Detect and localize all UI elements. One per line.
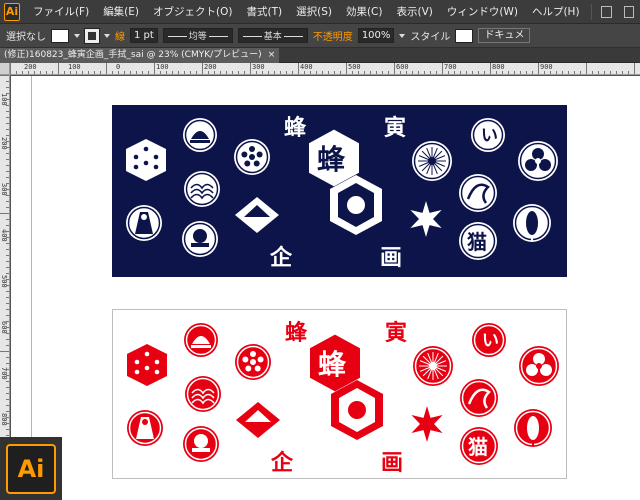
control-bar: 選択なし 線 1 pt 均等 基本 不透明度 100% スタイル ドキュメ	[0, 24, 640, 48]
tiger-emblem-icon	[347, 196, 365, 214]
style-label: スタイル	[410, 32, 451, 43]
arrange-documents-icon[interactable]	[623, 5, 634, 18]
svg-text:猫: 猫	[468, 435, 488, 459]
title-char-bee: 蜂	[284, 115, 307, 141]
artboard-canvas[interactable]: 蜂寅企画蜂い猫 蜂寅企画蜂い猫	[11, 76, 640, 500]
ruler-label: 300	[252, 63, 265, 71]
center-char: 蜂	[318, 348, 347, 381]
title-char-tiger: 寅	[385, 320, 407, 346]
selection-status: 選択なし	[6, 32, 46, 43]
profile-label: 均等	[186, 29, 209, 42]
menu-object[interactable]: オブジェクト(O)	[146, 0, 239, 24]
ruler-label: 0	[116, 63, 121, 71]
menu-effect[interactable]: 効果(C)	[339, 0, 390, 24]
opacity-dropdown-icon[interactable]	[399, 33, 406, 38]
document-tab-title: (修正)160823_蜂寅企画_手拭_sai @ 23% (CMYK/プレビュー…	[4, 50, 262, 60]
hemp-leaf-crest-icon	[411, 406, 443, 442]
variable-width-profile[interactable]: 均等	[162, 28, 233, 43]
title-char-bee: 蜂	[285, 320, 308, 346]
ruler-label: 700	[444, 63, 457, 71]
menu-select[interactable]: 選択(S)	[289, 0, 339, 24]
crane-crest-icon	[460, 379, 498, 417]
ruler-origin[interactable]	[0, 63, 10, 75]
title-char-tiger: 寅	[384, 115, 406, 141]
style-swatch[interactable]	[455, 28, 474, 43]
menu-separator	[590, 3, 592, 20]
title-char-plan: 企	[269, 245, 293, 271]
ruler-label: 200	[204, 63, 217, 71]
title-char-picture: 画	[381, 450, 403, 476]
ruler-label: 500	[348, 63, 361, 71]
dice-crest-icon	[126, 139, 166, 181]
navy-tenugui-artwork[interactable]: 蜂 寅企 画 蜂 い猫	[112, 105, 567, 277]
ruler-label: 900	[540, 63, 553, 71]
red-tenugui-artwork[interactable]: 蜂 寅企 画 蜂 い猫	[112, 309, 567, 479]
bridge-icon[interactable]	[601, 5, 612, 18]
menu-edit[interactable]: 編集(E)	[96, 0, 146, 24]
stroke-swatch[interactable]	[84, 27, 100, 44]
opacity-field[interactable]: 100%	[357, 28, 395, 43]
stroke-dropdown-icon[interactable]	[104, 33, 110, 38]
ruler-label: 200	[24, 63, 37, 71]
ruler-label: 400	[300, 63, 313, 71]
crane-crest-icon	[459, 174, 497, 212]
illustrator-logo-icon: Ai	[6, 443, 56, 494]
ruler-label: 800	[492, 63, 505, 71]
ruler-label: 600	[396, 63, 409, 71]
brush-label: 基本	[261, 29, 284, 42]
illustrator-badge: Ai	[0, 437, 62, 500]
document-tab[interactable]: (修正)160823_蜂寅企画_手拭_sai @ 23% (CMYK/プレビュー…	[0, 48, 280, 63]
horizontal-ruler[interactable]: 200 100 0 100 200 300 400 500 600 700 80…	[10, 63, 640, 75]
menu-window[interactable]: ウィンドウ(W)	[440, 0, 525, 24]
navy-crest-pattern: 蜂 寅企 画 蜂 い猫	[126, 115, 558, 271]
svg-text:猫: 猫	[467, 230, 487, 254]
brush-definition[interactable]: 基本	[237, 28, 308, 43]
hemp-leaf-crest-icon	[410, 201, 442, 237]
red-crest-pattern: 蜂 寅企 画 蜂 い猫	[127, 320, 559, 476]
document-setup-button[interactable]: ドキュメ	[478, 28, 531, 43]
app-logo-icon: Ai	[4, 2, 20, 21]
tiger-emblem-icon	[348, 401, 366, 419]
fill-swatch[interactable]	[51, 28, 69, 43]
dice-crest-icon	[127, 344, 167, 386]
title-char-plan: 企	[270, 450, 294, 476]
menu-file[interactable]: ファイル(F)	[26, 0, 96, 24]
stroke-weight-field[interactable]: 1 pt	[130, 28, 158, 43]
title-char-picture: 画	[380, 245, 402, 271]
close-icon[interactable]: ×	[268, 48, 276, 63]
menu-bar: Ai ファイル(F) 編集(E) オブジェクト(O) 書式(T) 選択(S) 効…	[0, 0, 640, 24]
menu-view[interactable]: 表示(V)	[389, 0, 439, 24]
svg-text:い: い	[482, 331, 499, 351]
menu-help[interactable]: ヘルプ(H)	[525, 0, 587, 24]
menu-type[interactable]: 書式(T)	[239, 0, 289, 24]
ruler-label: 100	[68, 63, 81, 71]
opacity-label[interactable]: 不透明度	[313, 28, 353, 43]
ruler-label: 100	[156, 63, 169, 71]
svg-text:い: い	[481, 126, 498, 146]
center-char: 蜂	[317, 143, 346, 176]
stroke-label[interactable]: 線	[115, 28, 125, 43]
document-tab-bar: (修正)160823_蜂寅企画_手拭_sai @ 23% (CMYK/プレビュー…	[0, 48, 640, 63]
fill-dropdown-icon[interactable]	[74, 33, 80, 38]
